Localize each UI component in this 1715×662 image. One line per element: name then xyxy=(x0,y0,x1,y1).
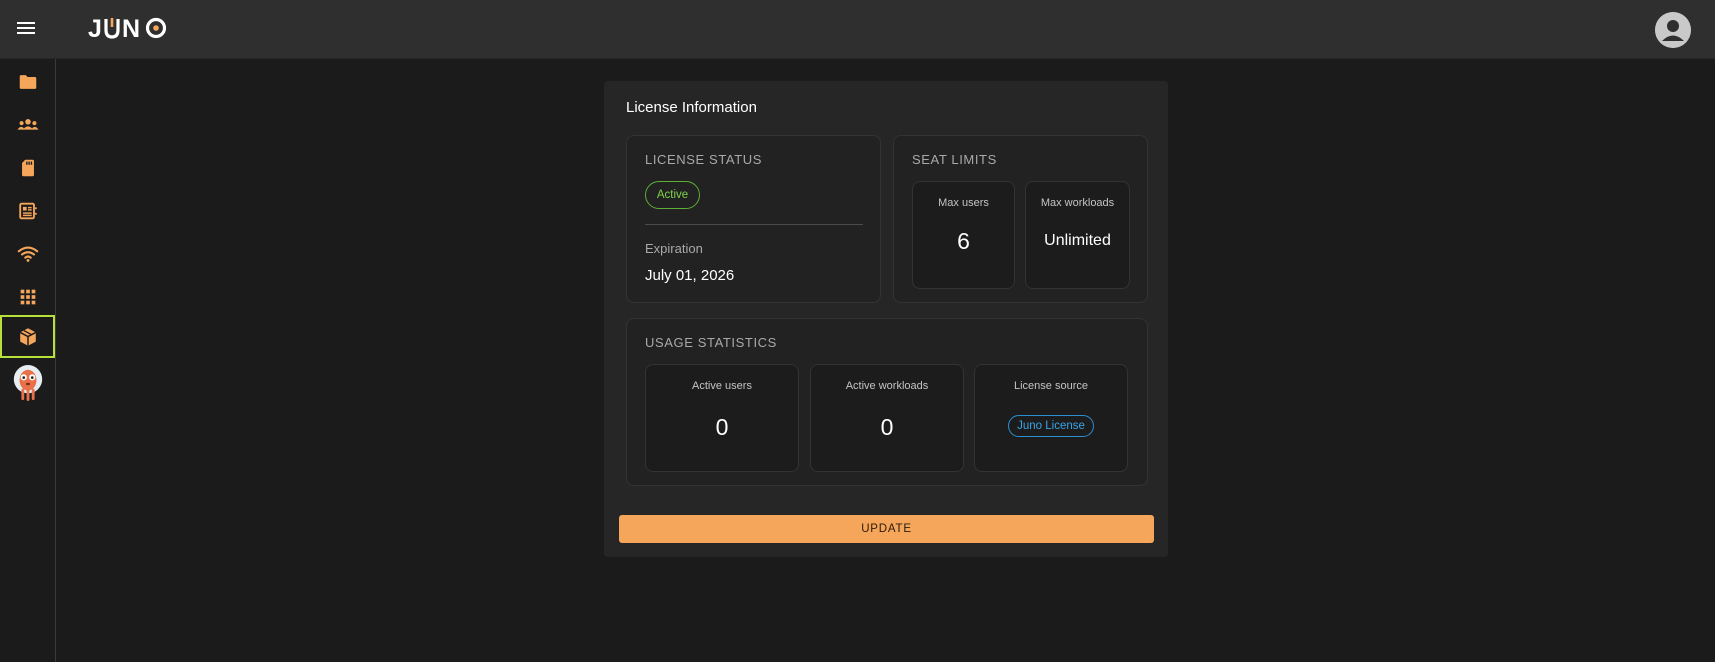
update-button[interactable]: UPDATE xyxy=(619,515,1154,543)
sd-card-icon xyxy=(21,159,34,176)
max-users-label: Max users xyxy=(938,197,989,209)
license-status-panel: LICENSE STATUS Active Expiration July 01… xyxy=(626,135,881,303)
account-circle-icon[interactable] xyxy=(1655,12,1691,48)
license-source-badge: Juno License xyxy=(1008,415,1094,437)
license-card: License Information LICENSE STATUS Activ… xyxy=(604,81,1168,557)
max-workloads-box: Max workloads Unlimited xyxy=(1025,181,1130,289)
active-workloads-box: Active workloads 0 xyxy=(810,364,964,472)
active-users-box: Active users 0 xyxy=(645,364,799,472)
svg-text:N: N xyxy=(122,15,140,43)
seat-limits-heading: SEAT LIMITS xyxy=(912,152,997,167)
sidebar-item-apps[interactable] xyxy=(0,275,55,318)
argo-mascot-icon xyxy=(13,365,42,401)
sidebar-item-hardware[interactable] xyxy=(0,189,55,232)
juno-logo: J N xyxy=(88,15,167,43)
sidebar-item-network[interactable] xyxy=(0,232,55,275)
memory-icon xyxy=(18,202,37,219)
license-status-heading: LICENSE STATUS xyxy=(645,152,762,167)
sidebar-nav xyxy=(0,59,56,662)
package-icon xyxy=(19,327,36,346)
sidebar-item-folder[interactable] xyxy=(0,60,55,103)
usage-statistics-panel: USAGE STATISTICS Active users 0 Active w… xyxy=(626,318,1148,486)
status-badge: Active xyxy=(645,181,700,209)
groups-icon xyxy=(16,118,39,130)
wifi-icon xyxy=(17,246,38,262)
seat-limits-panel: SEAT LIMITS Max users 6 Max workloads Un… xyxy=(893,135,1148,303)
sidebar-item-storage[interactable] xyxy=(0,146,55,189)
max-users-value: 6 xyxy=(957,228,970,254)
active-workloads-label: Active workloads xyxy=(845,380,929,392)
usage-statistics-heading: USAGE STATISTICS xyxy=(645,335,777,350)
menu-icon[interactable] xyxy=(14,19,38,40)
sidebar-item-license[interactable] xyxy=(0,315,55,358)
expiration-value: July 01, 2026 xyxy=(645,267,735,284)
expiration-label: Expiration xyxy=(645,241,703,256)
active-users-label: Active users xyxy=(692,380,752,392)
max-workloads-value: Unlimited xyxy=(1044,232,1111,249)
folder-icon xyxy=(19,74,36,89)
max-workloads-label: Max workloads xyxy=(1040,197,1115,209)
sidebar-item-groups[interactable] xyxy=(0,103,55,146)
max-users-box: Max users 6 xyxy=(912,181,1015,289)
license-source-box: License source Juno License xyxy=(974,364,1128,472)
active-users-value: 0 xyxy=(715,414,729,440)
divider xyxy=(645,224,863,225)
card-title: License Information xyxy=(626,99,757,116)
top-app-bar: J N xyxy=(0,0,1715,59)
sidebar-item-argo[interactable] xyxy=(0,361,55,405)
active-workloads-value: 0 xyxy=(880,414,894,440)
license-source-label: License source xyxy=(1014,380,1088,392)
apps-grid-icon xyxy=(20,289,35,304)
svg-text:J: J xyxy=(88,15,103,43)
